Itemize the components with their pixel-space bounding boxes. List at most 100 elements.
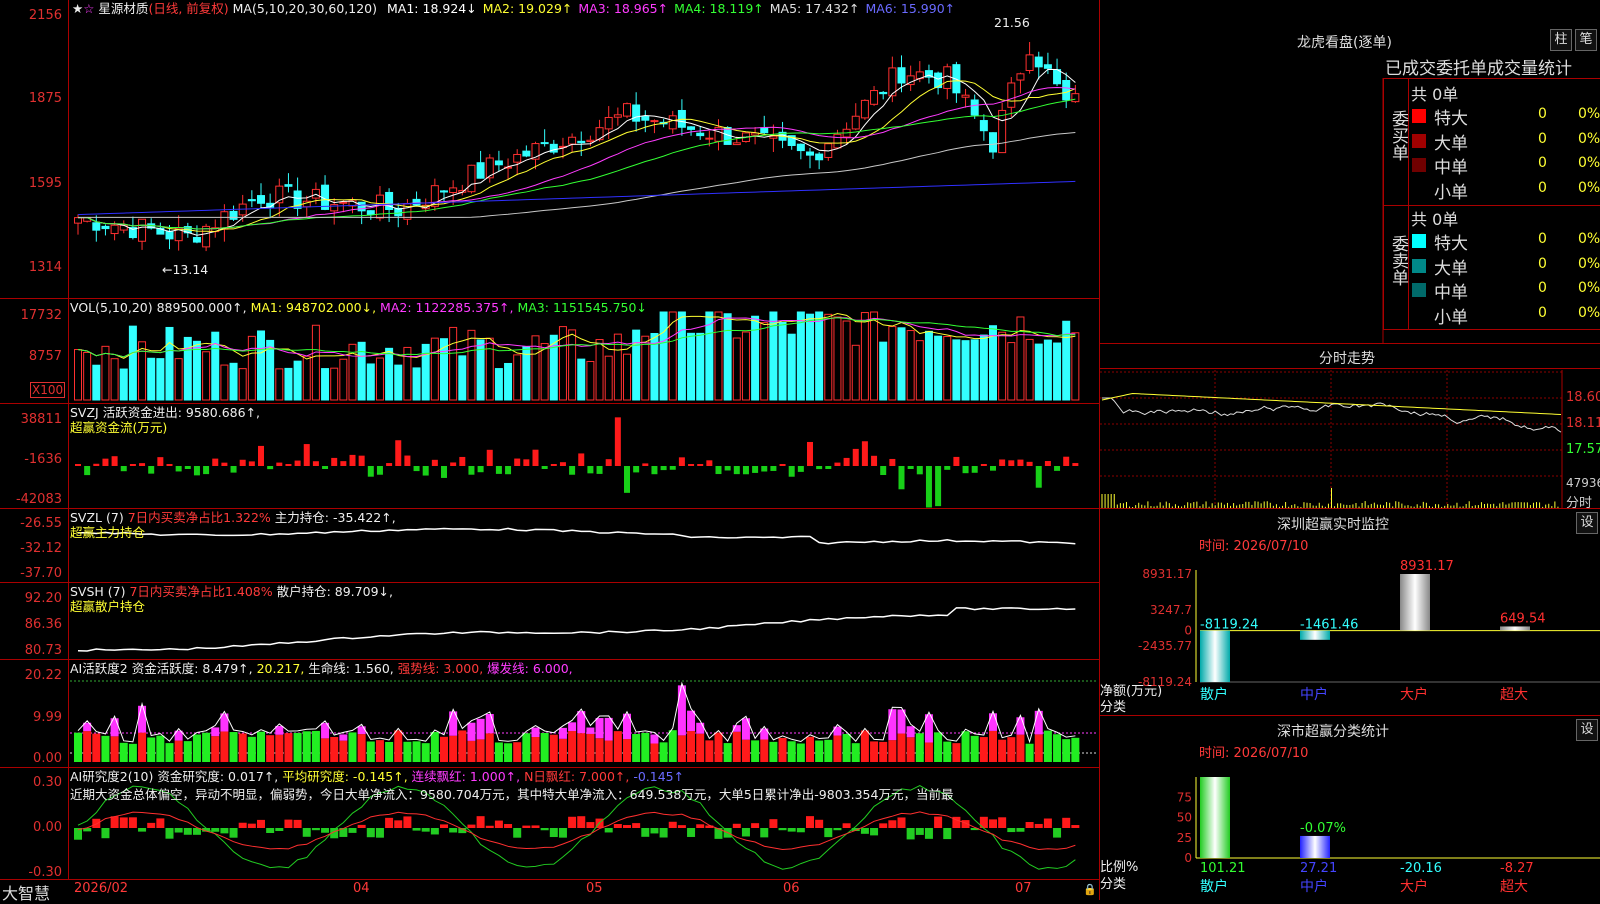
volume-bar <box>330 367 339 401</box>
ma-value-5: MA5: 17.432↑ <box>769 1 860 16</box>
svzj-bar <box>148 466 155 474</box>
ai1-value: 20.217, <box>256 661 305 676</box>
volume-bar <box>1034 343 1043 401</box>
volume-bar <box>485 337 494 401</box>
stats-divider <box>1100 715 1600 716</box>
ai2-red-streak: 连续飘红: 1.000↑, <box>411 769 521 784</box>
candle <box>513 149 522 176</box>
lock-icon[interactable]: 🔒 <box>1083 883 1097 896</box>
ai2-bar <box>998 817 1007 828</box>
vol-ma3: MA3: 1151545.750↓ <box>517 300 647 315</box>
volume-bar <box>119 368 128 401</box>
svzj-bar <box>578 453 585 466</box>
lhb-color-swatch <box>1412 158 1426 172</box>
volume-bar <box>787 333 796 401</box>
candle <box>668 110 677 134</box>
volume-bar <box>1071 332 1080 401</box>
lhb-side-divider <box>1408 78 1409 330</box>
ai1-bar <box>238 733 247 762</box>
vol-title: VOL(5,10,20) <box>70 300 153 315</box>
ai2-bar <box>165 828 174 839</box>
monitor-bar: 8931.17 大户 <box>1400 559 1454 703</box>
svzj-bar <box>322 466 329 469</box>
svsh-line <box>77 607 1076 652</box>
ai2-bar <box>668 821 677 828</box>
monitor-bar-label: -1461.46 <box>1300 618 1358 633</box>
volume-bar <box>860 312 869 401</box>
volume-bar <box>192 340 201 401</box>
chart-canvas[interactable] <box>0 0 1100 900</box>
svzj-bar <box>468 466 475 475</box>
volume-bar <box>165 326 174 401</box>
candle <box>952 61 961 103</box>
volume-bar <box>760 322 769 401</box>
candle <box>879 91 888 100</box>
monitor-y-label: 0 <box>1184 624 1192 638</box>
svzj-bar <box>1026 461 1033 466</box>
lhb-color-swatch <box>1412 283 1426 297</box>
svzj-header: SVZJ 活跃资金进出: 9580.686↑, <box>70 405 260 421</box>
ai2-bar <box>924 828 933 839</box>
ai1-bar <box>440 736 448 762</box>
star-icon[interactable]: ★ <box>72 1 83 16</box>
ai2-bar <box>440 824 448 828</box>
volume-bar <box>1016 316 1025 401</box>
volume-bar <box>1007 342 1016 401</box>
volume-bar <box>458 355 467 401</box>
stats-extra-label: -0.07% <box>1300 821 1346 836</box>
ai1-bar <box>476 739 485 762</box>
stats-y-label: 0 <box>1184 851 1192 865</box>
svzj-bar <box>980 464 987 466</box>
ai2-bar <box>275 828 284 832</box>
lhb-color-swatch <box>1412 182 1426 197</box>
ai1-bar-top <box>586 727 595 734</box>
lhb-row-pct: 0% <box>1578 231 1600 247</box>
svzj-bar <box>925 466 932 508</box>
volume-bar <box>385 347 394 401</box>
candle <box>806 147 814 169</box>
stats-time: 时间: 2026/07/10 <box>1199 746 1309 761</box>
stats-settings-button[interactable]: 设 <box>1576 719 1598 741</box>
volume-bar <box>339 358 348 401</box>
y-tick-label: 92.20 <box>24 591 62 606</box>
lhb-row-name: 中单 <box>1434 283 1468 303</box>
tick-view-button[interactable]: 笔 <box>1575 29 1597 51</box>
y-tick-label: -26.55 <box>20 516 62 531</box>
ai1-bar <box>833 735 842 762</box>
svzj-bar <box>990 466 996 471</box>
y-tick-label: -0.30 <box>28 865 62 880</box>
monitor-bar: -1461.46 中户 <box>1300 618 1358 703</box>
volume-bar <box>449 326 458 401</box>
ai1-bar <box>458 730 467 762</box>
monitor-bar-label: 8931.17 <box>1400 559 1454 574</box>
svzj-bar <box>395 440 402 466</box>
ai1-bar-top <box>604 717 613 741</box>
ai2-bar <box>375 828 384 838</box>
volume-bar <box>202 351 211 401</box>
svsh-value: 散户持仓: 89.709↓, <box>276 584 393 599</box>
candle <box>1043 52 1052 75</box>
monitor-category-label: 中户 <box>1300 686 1328 703</box>
ma-line-5 <box>78 131 1076 218</box>
y-tick-label: -1636 <box>24 452 62 467</box>
ai1-bar-top <box>339 734 348 741</box>
svsh-header: SVSH (7) 7日内买卖净占比1.408% 散户持仓: 89.709↓, <box>70 584 393 600</box>
candle <box>595 119 604 142</box>
ai1-bar <box>732 731 741 762</box>
svzj-bar <box>340 461 347 466</box>
svzj-bar <box>541 466 548 469</box>
monitor-settings-button[interactable]: 设 <box>1576 512 1598 534</box>
ai1-bar-top <box>467 722 476 741</box>
candle <box>549 139 558 155</box>
bar-view-button[interactable]: 柱 <box>1550 29 1572 51</box>
volume-bar <box>540 343 549 401</box>
ai2-bar <box>833 828 842 831</box>
volume-bar <box>586 360 595 401</box>
stats-y-label: 50 <box>1177 811 1192 825</box>
ai2-bar <box>613 824 622 828</box>
ai2-bar <box>293 819 302 828</box>
y-tick-label: 0.00 <box>33 751 62 766</box>
ai1-bar <box>1016 734 1025 762</box>
volume-bar <box>623 353 631 401</box>
ai1-bar-top <box>650 734 659 744</box>
